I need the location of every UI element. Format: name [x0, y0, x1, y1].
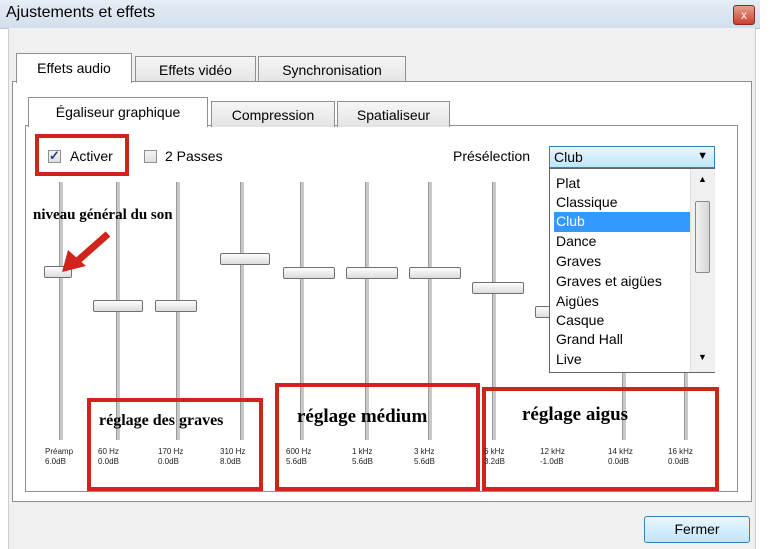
two-pass-label: 2 Passes — [165, 148, 223, 164]
annotation-niveau: niveau général du son — [33, 207, 173, 223]
subtab-label: Compression — [231, 107, 315, 123]
freq-label-14khz: 14 kHz 0.0dB — [608, 447, 633, 466]
two-pass-checkbox[interactable] — [144, 150, 157, 163]
freq-label-310hz: 310 Hz 8.0dB — [220, 447, 246, 466]
freq-label-60hz: 60 Hz 0.0dB — [98, 447, 119, 466]
close-window-button[interactable]: x — [733, 5, 755, 25]
fermer-label: Fermer — [674, 521, 720, 537]
scrollbar-thumb[interactable] — [695, 201, 710, 273]
preset-option-classique[interactable]: Classique — [554, 193, 690, 213]
dropdown-scrollbar[interactable]: ▲ ▼ — [690, 169, 715, 372]
tab-effets-audio[interactable]: Effets audio — [16, 53, 132, 83]
tab-label: Effets audio — [37, 60, 111, 76]
annotation-arrow-icon — [62, 231, 111, 272]
preset-option-dance[interactable]: Dance — [554, 232, 690, 252]
medium-highlight — [275, 383, 480, 491]
title-bar: Ajustements et effets x — [0, 0, 760, 29]
preset-selected-value: Club — [554, 149, 583, 165]
scroll-down-icon[interactable]: ▼ — [698, 352, 707, 362]
tab-label: Effets vidéo — [159, 62, 232, 78]
freq-label-600hz: 600 Hz 5.6dB — [286, 447, 312, 466]
preset-option-grand-hall[interactable]: Grand Hall — [554, 330, 690, 350]
annotation-medium: réglage médium — [297, 406, 428, 427]
fermer-button[interactable]: Fermer — [644, 516, 750, 543]
freq-label-1khz: 1 kHz 5.6dB — [352, 447, 373, 466]
close-icon: x — [741, 8, 747, 22]
annotation-aigus: réglage aigus — [522, 404, 629, 425]
tab-egaliseur[interactable]: Égaliseur graphique — [28, 97, 208, 127]
slider-thumb-60hz[interactable] — [93, 300, 143, 312]
preset-option-graves[interactable]: Graves — [554, 252, 690, 272]
tab-compression[interactable]: Compression — [211, 101, 335, 127]
freq-label-16khz: 16 kHz 0.0dB — [668, 447, 693, 466]
freq-label-6khz: 6 kHz 3.2dB — [484, 447, 505, 466]
preset-option-plat[interactable]: Plat — [554, 174, 690, 194]
preset-label: Présélection — [453, 148, 531, 164]
freq-label-3khz: 3 kHz 5.6dB — [414, 447, 435, 466]
activer-highlight — [35, 134, 129, 176]
freq-label-170hz: 170 Hz 0.0dB — [158, 447, 184, 466]
preset-option-graves-aigues[interactable]: Graves et aigües — [554, 272, 690, 292]
window-title: Ajustements et effets — [6, 4, 156, 21]
slider-thumb-600hz[interactable] — [283, 267, 335, 279]
slider-thumb-310hz[interactable] — [220, 253, 270, 265]
freq-label-preamp: Préamp 6.0dB — [45, 447, 74, 466]
preset-option-aigues[interactable]: Aigües — [554, 292, 690, 312]
preset-select[interactable]: Club ▼ — [549, 146, 715, 168]
slider-thumb-170hz[interactable] — [155, 300, 197, 312]
freq-label-12khz: 12 kHz -1.0dB — [540, 447, 565, 466]
preset-dropdown: Plat Classique Club Dance Graves Graves … — [549, 168, 715, 373]
annotation-graves: réglage des graves — [99, 412, 224, 429]
tab-synchronisation[interactable]: Synchronisation — [258, 56, 406, 82]
slider-thumb-1khz[interactable] — [346, 267, 398, 279]
scroll-up-icon[interactable]: ▲ — [698, 174, 707, 184]
preset-option-club[interactable]: Club — [554, 212, 690, 232]
aigus-highlight — [482, 387, 719, 491]
preset-option-live[interactable]: Live — [554, 350, 690, 370]
subtab-label: Égaliseur graphique — [55, 104, 181, 120]
preset-option-casque[interactable]: Casque — [554, 311, 690, 331]
subtab-label: Spatialiseur — [356, 107, 431, 123]
chevron-down-icon: ▼ — [697, 150, 708, 162]
slider-thumb-6khz[interactable] — [472, 282, 524, 294]
slider-thumb-3khz[interactable] — [409, 267, 461, 279]
tab-effets-video[interactable]: Effets vidéo — [135, 56, 256, 82]
tab-spatialiseur[interactable]: Spatialiseur — [337, 101, 450, 127]
tab-label: Synchronisation — [282, 62, 382, 78]
